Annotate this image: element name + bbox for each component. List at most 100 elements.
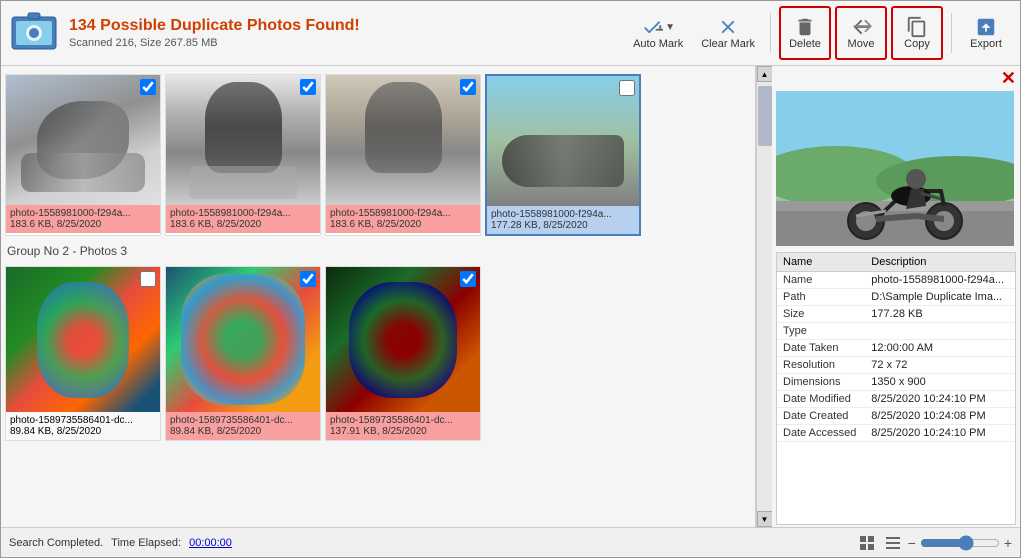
property-value: 177.28 KB [865, 306, 1015, 323]
title-area: 134 Possible Duplicate Photos Found! Sca… [69, 17, 626, 49]
delete-icon [794, 16, 816, 38]
col-name-header: Name [777, 253, 865, 272]
export-label: Export [970, 38, 1002, 50]
property-name: Size [777, 306, 865, 323]
photo-checkbox[interactable] [300, 271, 316, 287]
photo-item-selected[interactable]: photo-1558981000-f294a... 177.28 KB, 8/2… [485, 74, 641, 236]
copy-label: Copy [904, 38, 930, 50]
app-logo [9, 8, 59, 58]
time-elapsed-value[interactable]: 00:00:00 [189, 537, 232, 549]
property-value: 8/25/2020 10:24:10 PM [865, 425, 1015, 442]
property-name: Resolution [777, 357, 865, 374]
scrollbar[interactable]: ▲ ▼ [756, 66, 772, 527]
table-row: Date Taken12:00:00 AM [777, 340, 1015, 357]
table-row: Size177.28 KB [777, 306, 1015, 323]
delete-label: Delete [789, 38, 821, 50]
property-name: Date Accessed [777, 425, 865, 442]
preview-close-button[interactable]: ✕ [1001, 68, 1016, 89]
preview-panel: ✕ [772, 66, 1020, 527]
delete-button[interactable]: Delete [779, 6, 831, 60]
property-name: Name [777, 272, 865, 289]
property-value: photo-1558981000-f294a... [865, 272, 1015, 289]
property-value: 1350 x 900 [865, 374, 1015, 391]
property-value [865, 323, 1015, 340]
preview-svg [776, 91, 1014, 246]
photo-caption: photo-1558981000-f294a... 183.6 KB, 8/25… [6, 205, 160, 233]
photo-item[interactable]: photo-1589735586401-dc... 137.91 KB, 8/2… [325, 266, 481, 441]
copy-button[interactable]: Copy [891, 6, 943, 60]
photo-checkbox[interactable] [460, 79, 476, 95]
scroll-thumb[interactable] [758, 86, 772, 146]
subtitle: Scanned 216, Size 267.85 MB [69, 37, 626, 49]
property-name: Path [777, 289, 865, 306]
status-text: Search Completed. [9, 537, 103, 549]
auto-mark-label: Auto Mark [633, 38, 683, 50]
zoom-out-button[interactable]: − [908, 535, 916, 551]
group2-header: Group No 2 - Photos 3 [5, 240, 751, 262]
clear-mark-button[interactable]: Clear Mark [694, 6, 762, 60]
photo-checkbox-area [619, 80, 635, 96]
photo-caption: photo-1558981000-f294a... 183.6 KB, 8/25… [326, 205, 480, 233]
property-value: 12:00:00 AM [865, 340, 1015, 357]
group1-photos: photo-1558981000-f294a... 183.6 KB, 8/25… [5, 70, 751, 240]
property-value: D:\Sample Duplicate Ima... [865, 289, 1015, 306]
photo-item[interactable]: photo-1558981000-f294a... 183.6 KB, 8/25… [5, 74, 161, 236]
photo-thumbnail [6, 267, 160, 412]
photo-caption: photo-1558981000-f294a... 183.6 KB, 8/25… [166, 205, 320, 233]
property-value: 8/25/2020 10:24:10 PM [865, 391, 1015, 408]
photo-thumbnail [326, 267, 480, 412]
property-name: Date Created [777, 408, 865, 425]
property-table: Name Description Namephoto-1558981000-f2… [777, 253, 1015, 442]
photo-thumbnail [487, 76, 639, 206]
photo-item[interactable]: photo-1558981000-f294a... 183.6 KB, 8/25… [165, 74, 321, 236]
view-icons: − + [856, 532, 1012, 554]
photo-checkbox[interactable] [140, 79, 156, 95]
export-button[interactable]: Export [960, 6, 1012, 60]
photo-caption: photo-1589735586401-dc... 89.84 KB, 8/25… [166, 412, 320, 440]
photo-caption: photo-1589735586401-dc... 89.84 KB, 8/25… [6, 412, 160, 440]
scroll-up-button[interactable]: ▲ [757, 66, 773, 82]
property-name: Dimensions [777, 374, 865, 391]
photo-thumbnail [166, 75, 320, 205]
property-value: 8/25/2020 10:24:08 PM [865, 408, 1015, 425]
toolbar: 134 Possible Duplicate Photos Found! Sca… [1, 1, 1020, 66]
photo-panel: photo-1558981000-f294a... 183.6 KB, 8/25… [1, 66, 756, 527]
photo-scroll[interactable]: photo-1558981000-f294a... 183.6 KB, 8/25… [1, 66, 755, 527]
photo-item[interactable]: photo-1589735586401-dc... 89.84 KB, 8/25… [5, 266, 161, 441]
photo-checkbox-area [460, 271, 476, 287]
clear-mark-icon [717, 16, 739, 38]
checkmark-icon [641, 16, 663, 38]
preview-image [776, 91, 1014, 246]
photo-checkbox[interactable] [300, 79, 316, 95]
table-row: PathD:\Sample Duplicate Ima... [777, 289, 1015, 306]
list-view-button[interactable] [882, 532, 904, 554]
table-row: Resolution72 x 72 [777, 357, 1015, 374]
move-label: Move [848, 38, 875, 50]
col-desc-header: Description [865, 253, 1015, 272]
move-button[interactable]: Move [835, 6, 887, 60]
table-row: Namephoto-1558981000-f294a... [777, 272, 1015, 289]
zoom-slider[interactable] [920, 535, 1000, 551]
property-name: Date Modified [777, 391, 865, 408]
property-value: 72 x 72 [865, 357, 1015, 374]
separator [770, 13, 771, 53]
photo-item[interactable]: photo-1589735586401-dc... 89.84 KB, 8/25… [165, 266, 321, 441]
zoom-in-button[interactable]: + [1004, 535, 1012, 551]
photo-caption: photo-1589735586401-dc... 137.91 KB, 8/2… [326, 412, 480, 440]
separator2 [951, 13, 952, 53]
photo-thumbnail [166, 267, 320, 412]
photo-checkbox-area [460, 79, 476, 95]
photo-thumbnail [6, 75, 160, 205]
photo-checkbox[interactable] [619, 80, 635, 96]
photo-checkbox[interactable] [460, 271, 476, 287]
preview-close-area: ✕ [772, 66, 1020, 91]
table-row: Date Created8/25/2020 10:24:08 PM [777, 408, 1015, 425]
photo-item[interactable]: photo-1558981000-f294a... 183.6 KB, 8/25… [325, 74, 481, 236]
clear-mark-label: Clear Mark [701, 38, 755, 50]
photo-checkbox[interactable] [140, 271, 156, 287]
auto-mark-button[interactable]: ▼ Auto Mark [626, 6, 690, 60]
table-row: Date Modified8/25/2020 10:24:10 PM [777, 391, 1015, 408]
scroll-down-button[interactable]: ▼ [757, 511, 773, 527]
table-row: Dimensions1350 x 900 [777, 374, 1015, 391]
thumbnail-view-button[interactable] [856, 532, 878, 554]
